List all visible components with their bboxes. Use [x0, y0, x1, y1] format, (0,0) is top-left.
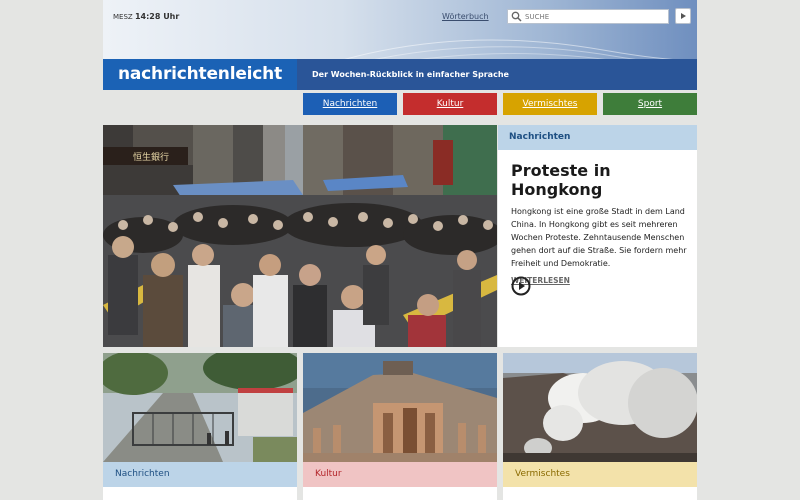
- clock: MESZ 14:28 Uhr: [113, 12, 179, 21]
- hero-image[interactable]: 恒生銀行: [103, 125, 497, 347]
- teaser-category[interactable]: Kultur: [303, 462, 497, 487]
- hero-category[interactable]: Nachrichten: [498, 125, 697, 150]
- hero-article-panel: Nachrichten Proteste in Hongkong Hongkon…: [498, 125, 697, 347]
- header-bar: MESZ 14:28 Uhr Wörterbuch nachrichtenlei…: [103, 0, 697, 90]
- search-submit-button[interactable]: [675, 8, 691, 24]
- teaser-card-vermischtes[interactable]: Vermischtes: [503, 353, 697, 500]
- teaser-category[interactable]: Nachrichten: [103, 462, 297, 487]
- nav-label: Nachrichten: [322, 99, 378, 109]
- dictionary-link[interactable]: Wörterbuch: [442, 12, 489, 21]
- teaser-image[interactable]: [303, 353, 497, 462]
- hero-title[interactable]: Proteste in Hongkong: [511, 161, 697, 199]
- search-icon: [511, 11, 522, 22]
- search-input[interactable]: [525, 10, 665, 23]
- bank-sign-text: 恒生銀行: [133, 151, 169, 163]
- site-tagline: Der Wochen-Rückblick in einfacher Sprach…: [297, 59, 697, 90]
- page: MESZ 14:28 Uhr Wörterbuch nachrichtenlei…: [103, 0, 697, 500]
- timezone: MESZ: [113, 13, 133, 21]
- search-box: [507, 9, 669, 24]
- nav-label: Vermischtes: [522, 99, 578, 109]
- teaser-card-nachrichten[interactable]: Nachrichten: [103, 353, 297, 500]
- read-more-link[interactable]: WEITERLESEN: [511, 276, 697, 285]
- nav-kultur[interactable]: Kultur: [403, 93, 497, 115]
- play-arrow-icon: [681, 13, 686, 19]
- audio-play-icon[interactable]: [511, 276, 531, 296]
- nav-label: Kultur: [436, 99, 464, 109]
- teaser-image[interactable]: [503, 353, 697, 462]
- nav-vermischtes[interactable]: Vermischtes: [503, 93, 597, 115]
- nav-sport[interactable]: Sport: [603, 93, 697, 115]
- nav-nachrichten[interactable]: Nachrichten: [303, 93, 397, 115]
- teaser-card-kultur[interactable]: Kultur: [303, 353, 497, 500]
- teaser-image[interactable]: [103, 353, 297, 462]
- time: 14:28 Uhr: [134, 12, 180, 21]
- site-logo[interactable]: nachrichtenleicht: [103, 59, 297, 90]
- hero-teaser: Hongkong ist eine große Stadt in dem Lan…: [511, 207, 687, 268]
- teaser-category[interactable]: Vermischtes: [503, 462, 697, 487]
- nav-label: Sport: [637, 99, 663, 109]
